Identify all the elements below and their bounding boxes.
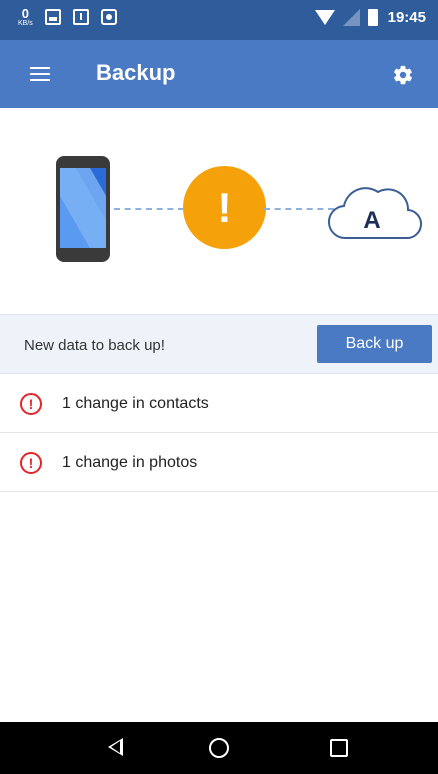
error-icon: ! bbox=[20, 452, 42, 474]
recent-apps-icon[interactable] bbox=[330, 739, 348, 757]
backup-prompt-bar: New data to back up! Back up bbox=[0, 314, 438, 374]
gear-icon[interactable] bbox=[392, 64, 414, 86]
backup-illustration: ! A bbox=[0, 108, 438, 314]
battery-icon bbox=[367, 9, 378, 26]
status-bar: 0 KB/s 19:45 bbox=[0, 0, 438, 40]
status-bar-system: 19:45 bbox=[314, 9, 426, 26]
home-icon[interactable] bbox=[209, 738, 229, 758]
network-speed-unit: KB/s bbox=[18, 20, 33, 27]
cloud-icon: A bbox=[328, 187, 422, 240]
warning-icon: ! bbox=[183, 166, 266, 249]
hamburger-icon[interactable] bbox=[30, 67, 50, 81]
back-icon[interactable] bbox=[108, 738, 123, 756]
connector-line-left bbox=[114, 208, 184, 210]
changes-list: ! 1 change in contacts ! 1 change in pho… bbox=[0, 374, 438, 492]
download-icon bbox=[72, 9, 89, 25]
error-icon: ! bbox=[20, 393, 42, 415]
clock: 19:45 bbox=[387, 9, 426, 26]
backup-message: New data to back up! bbox=[24, 337, 165, 354]
app-bar: Backup bbox=[0, 40, 438, 108]
change-text: 1 change in photos bbox=[62, 454, 198, 471]
briefcase-icon bbox=[100, 9, 117, 25]
connector-line-right bbox=[264, 208, 334, 210]
navigation-bar bbox=[0, 722, 438, 774]
list-item[interactable]: ! 1 change in contacts bbox=[0, 374, 438, 433]
status-bar-notifications: 0 KB/s bbox=[18, 7, 117, 27]
change-text: 1 change in contacts bbox=[62, 395, 209, 412]
network-speed-indicator: 0 KB/s bbox=[18, 7, 33, 27]
signal-icon bbox=[342, 9, 360, 26]
cloud-letter: A bbox=[363, 207, 380, 234]
page-title: Backup bbox=[96, 60, 176, 85]
image-icon bbox=[44, 9, 61, 25]
network-speed-value: 0 bbox=[21, 6, 30, 21]
wifi-icon bbox=[314, 10, 335, 25]
list-item[interactable]: ! 1 change in photos bbox=[0, 433, 438, 492]
back-up-button[interactable]: Back up bbox=[317, 325, 432, 363]
phone-icon bbox=[56, 156, 110, 262]
